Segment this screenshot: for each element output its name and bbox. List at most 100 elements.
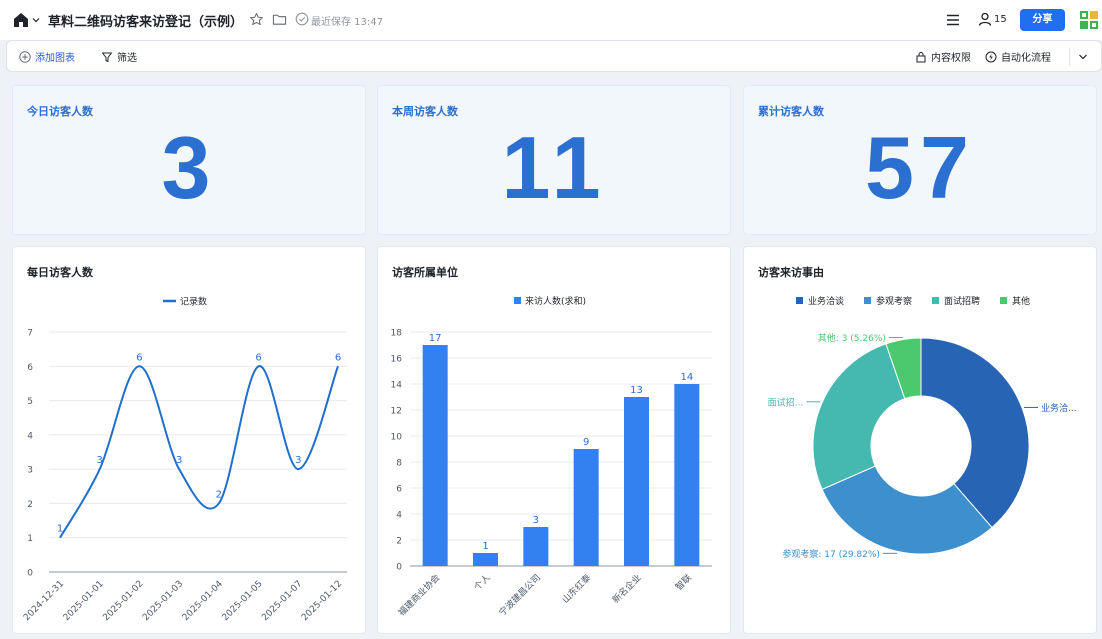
- y-tick-label: 2: [27, 500, 33, 510]
- kpi-label: 本周访客人数: [392, 105, 458, 118]
- data-label: 1: [482, 541, 488, 552]
- bar-chart: 来访人数(求和) 0 2 4 6 8 10 12 14 16 18 17 福建商业协会 1 个人 3 宁波建昌公…: [391, 295, 712, 619]
- bar: [473, 553, 498, 566]
- chart-card-visitor-units[interactable]: 访客所属单位 来访人数(求和) 0 2 4 6 8 10 12 14 16 18 17 福建商业协会 1 个…: [377, 246, 731, 634]
- chart-card-daily-visitors[interactable]: 每日访客人数 记录数 0 1 2 3 4 5 6 7 1 2024-12-31 3 2025-01-01…: [12, 246, 366, 634]
- folder-icon[interactable]: [272, 12, 287, 27]
- y-tick-label: 10: [391, 433, 403, 443]
- y-tick-label: 12: [391, 407, 402, 417]
- legend-swatch: [1000, 297, 1007, 304]
- kpi-value: 3: [161, 118, 217, 217]
- legend-label: 记录数: [180, 296, 207, 308]
- kpi-value: 11: [501, 118, 607, 217]
- dashboard-toolbar: 添加图表 筛选 内容权限 自动化流程: [6, 40, 1102, 72]
- donut-chart: 业务洽谈 参观考察 面试招聘 其他业务洽... 参观考察: 17 (29.82%) 面试招…: [768, 295, 1077, 560]
- y-tick-label: 1: [27, 534, 33, 544]
- y-tick-label: 16: [391, 355, 403, 365]
- data-label: 1: [57, 524, 63, 535]
- data-label: 13: [630, 385, 643, 396]
- x-tick-label: 智联: [673, 572, 694, 593]
- x-tick-label: 个人: [472, 572, 493, 593]
- bar: [674, 384, 700, 566]
- lock-icon: [916, 51, 926, 62]
- data-label: 14: [680, 372, 693, 383]
- plus-circle-icon: [19, 50, 31, 63]
- y-tick-label: 6: [27, 363, 33, 373]
- user-icon[interactable]: [977, 11, 993, 27]
- slice-label: 其他: 3 (5.26%): [818, 332, 886, 344]
- data-label: 17: [429, 333, 442, 344]
- legend-label: 来访人数(求和): [525, 295, 586, 307]
- legend-swatch: [796, 297, 803, 304]
- chevron-down-icon: [1079, 54, 1087, 60]
- save-status: 最近保存 13:47: [311, 17, 383, 28]
- legend-label: 其他: [1012, 295, 1030, 307]
- bar: [573, 449, 599, 566]
- chart-card-visit-reasons[interactable]: 访客来访事由 业务洽谈 参观考察 面试招聘 其他 业务洽... 参观考察: 17 (29.…: [743, 246, 1097, 634]
- legend-swatch: [514, 297, 521, 304]
- data-label: 9: [583, 437, 589, 448]
- x-tick-label: 新名企业: [610, 572, 644, 606]
- permissions-label: 内容权限: [931, 53, 971, 64]
- data-label: 3: [97, 455, 103, 466]
- bar: [624, 397, 649, 566]
- saved-check-icon: [295, 12, 309, 26]
- data-label: 6: [255, 352, 261, 363]
- y-tick-label: 4: [396, 511, 402, 521]
- add-chart-label: 添加图表: [35, 53, 75, 64]
- slice-label: 面试招...: [768, 396, 804, 408]
- document-title[interactable]: 草料二维码访客来访登记（示例）: [48, 11, 243, 30]
- data-label: 2: [216, 489, 222, 500]
- line-chart: 记录数 0 1 2 3 4 5 6 7 1 2024-12-31 3 2025-01-01 6 2025-0…: [22, 296, 347, 623]
- legend-swatch: [864, 297, 871, 304]
- automation-icon: [985, 51, 997, 62]
- legend-swatch: [932, 297, 939, 304]
- legend-label: 面试招聘: [944, 295, 980, 307]
- add-chart-button[interactable]: 添加图表: [19, 49, 75, 64]
- y-tick-label: 8: [396, 459, 402, 469]
- y-tick-label: 18: [391, 329, 403, 339]
- donut-slice: [812, 343, 906, 491]
- top-bar: 草料二维码访客来访登记（示例） 最近保存 13:47 15 分享: [0, 0, 1102, 40]
- x-tick-label: 2025-01-04: [181, 579, 225, 623]
- permissions-button[interactable]: 内容权限: [915, 49, 971, 64]
- y-tick-label: 0: [396, 563, 402, 573]
- automation-button[interactable]: 自动化流程: [985, 49, 1051, 64]
- kpi-card-total[interactable]: 累计访客人数 57: [743, 85, 1097, 235]
- toolbar-collapse-button[interactable]: [1077, 51, 1093, 63]
- x-tick-label: 2025-01-05: [221, 579, 265, 623]
- data-label: 3: [295, 455, 301, 466]
- bar: [422, 345, 448, 566]
- x-tick-label: 2025-01-01: [62, 579, 106, 623]
- filter-label: 筛选: [117, 53, 137, 64]
- x-tick-label: 2025-01-07: [260, 579, 304, 623]
- kpi-label: 今日访客人数: [27, 105, 93, 118]
- slice-label: 参观考察: 17 (29.82%): [782, 548, 880, 560]
- kpi-card-today[interactable]: 今日访客人数 3: [12, 85, 366, 235]
- y-tick-label: 5: [27, 397, 33, 407]
- x-tick-label: 福建商业协会: [396, 572, 443, 619]
- x-tick-label: 山东红泰: [559, 572, 593, 606]
- online-user-count[interactable]: 15: [994, 14, 1007, 25]
- data-label: 6: [136, 352, 142, 363]
- home-icon[interactable]: [12, 11, 30, 29]
- bar: [523, 527, 549, 566]
- x-tick-label: 宁波建昌公司: [496, 572, 543, 619]
- kpi-card-week[interactable]: 本周访客人数 11: [377, 85, 731, 235]
- x-tick-label: 2025-01-02: [101, 579, 145, 623]
- star-icon[interactable]: [249, 12, 264, 27]
- legend-label: 参观考察: [876, 295, 912, 307]
- kpi-value: 57: [865, 118, 975, 217]
- slice-label: 业务洽...: [1041, 402, 1077, 414]
- y-tick-label: 7: [27, 329, 33, 339]
- chevron-down-icon[interactable]: [32, 16, 40, 24]
- filter-button[interactable]: 筛选: [101, 49, 137, 64]
- share-button[interactable]: 分享: [1020, 9, 1065, 31]
- x-tick-label: 2024-12-31: [22, 579, 66, 623]
- x-tick-label: 2025-01-03: [141, 579, 185, 623]
- series-line: [59, 365, 339, 539]
- toolbar-divider: [1069, 48, 1070, 66]
- y-tick-label: 0: [27, 569, 33, 579]
- automation-label: 自动化流程: [1001, 53, 1051, 64]
- menu-icon[interactable]: [945, 12, 961, 28]
